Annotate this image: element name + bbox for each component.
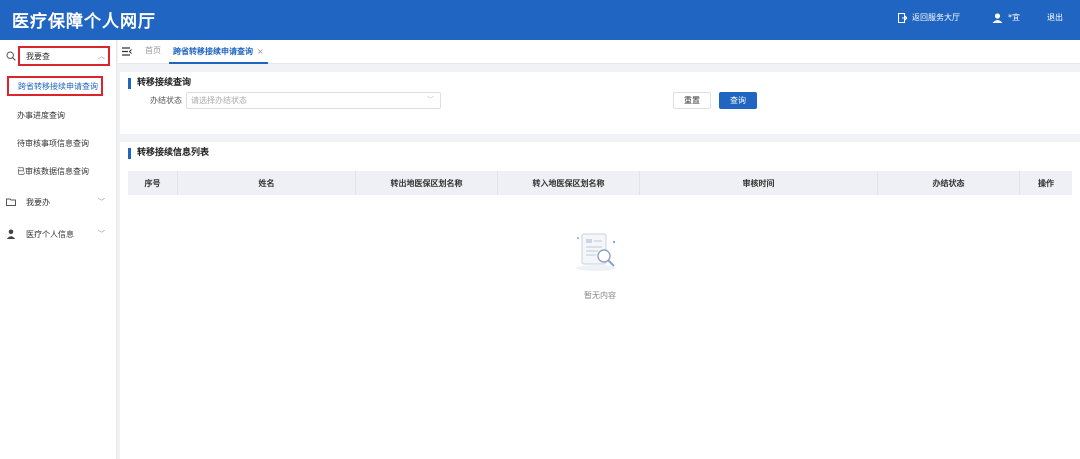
- column-header-name: 姓名: [178, 171, 356, 195]
- search-icon: [6, 51, 16, 61]
- menu-collapse-icon[interactable]: [122, 47, 132, 56]
- sidebar-item-reviewed-data-query[interactable]: 已审核数据信息查询: [0, 161, 117, 181]
- status-select[interactable]: 请选择办结状态 ﹀: [186, 92, 441, 109]
- user-icon: [992, 12, 1003, 23]
- sidebar-group-do-label: 我要办: [26, 197, 50, 207]
- sidebar-group-personal-info[interactable]: 医疗个人信息 ﹀: [0, 222, 117, 246]
- column-header-actions: 操作: [1038, 178, 1054, 188]
- sidebar-group-personal-info-label: 医疗个人信息: [26, 229, 74, 239]
- empty-data-icon: [576, 233, 616, 271]
- chevron-down-icon: ﹀: [98, 230, 105, 238]
- sidebar-item-progress-query[interactable]: 办事进度查询: [0, 105, 117, 125]
- chevron-down-icon: ﹀: [98, 198, 105, 206]
- sidebar: 我要查 ︿ 跨省转移接续申请查询 办事进度查询 待审核事项信息查询 已审核数据信…: [0, 40, 117, 459]
- top-header: 医疗保障个人网厅 返回服务大厅 *宜 退出: [0, 0, 1080, 40]
- tab-home[interactable]: 首页: [145, 45, 161, 56]
- sidebar-item-label: 待审核事项信息查询: [17, 139, 89, 148]
- column-header-index: 序号: [128, 171, 178, 195]
- status-select-placeholder: 请选择办结状态: [191, 96, 247, 105]
- close-icon[interactable]: ×: [257, 47, 264, 56]
- person-icon: [6, 229, 16, 239]
- chevron-down-icon: ﹀: [427, 96, 434, 104]
- folder-icon: [6, 198, 16, 206]
- list-panel: 转移接续信息列表 序号 姓名 转出地医保区划名称 转入地医保区划名称 审核时间 …: [120, 142, 1080, 459]
- query-panel-title: 转移接续查询: [128, 78, 191, 89]
- tab-label: 跨省转移接续申请查询: [173, 46, 253, 56]
- exit-door-icon: [898, 12, 907, 23]
- sidebar-item-pending-review-query[interactable]: 待审核事项信息查询: [0, 133, 117, 153]
- return-hall-link[interactable]: 返回服务大厅: [898, 12, 960, 23]
- search-button[interactable]: 查询: [719, 92, 757, 109]
- sidebar-group-do[interactable]: 我要办 ﹀: [0, 190, 117, 214]
- logout-button[interactable]: 退出: [1047, 12, 1063, 23]
- highlight-box-item: [7, 76, 103, 96]
- user-name: *宜: [1008, 13, 1020, 22]
- user-menu[interactable]: *宜: [992, 12, 1020, 23]
- table-header: 序号 姓名 转出地医保区划名称 转入地医保区划名称 审核时间 办结状态 操作: [128, 171, 1072, 195]
- column-header-review-time: 审核时间: [640, 171, 878, 195]
- column-header-out-region: 转出地医保区划名称: [356, 171, 498, 195]
- column-header-in-region: 转入地医保区划名称: [498, 171, 640, 195]
- tab-cross-province-query[interactable]: 跨省转移接续申请查询 ×: [169, 40, 268, 64]
- app-title: 医疗保障个人网厅: [12, 12, 156, 32]
- return-hall-label: 返回服务大厅: [912, 13, 960, 22]
- highlight-box-group: [18, 46, 110, 66]
- query-panel: 转移接续查询 办结状态 请选择办结状态 ﹀ 重置 查询: [120, 72, 1080, 134]
- column-header-status: 办结状态: [878, 171, 1020, 195]
- sidebar-item-label: 办事进度查询: [17, 111, 65, 120]
- empty-state-text: 暂无内容: [584, 291, 616, 300]
- list-panel-title: 转移接续信息列表: [128, 148, 209, 159]
- sidebar-item-label: 已审核数据信息查询: [17, 167, 89, 176]
- status-filter-label: 办结状态: [150, 96, 182, 105]
- tab-bar: 首页 跨省转移接续申请查询 ×: [118, 40, 1080, 64]
- reset-button[interactable]: 重置: [673, 92, 711, 109]
